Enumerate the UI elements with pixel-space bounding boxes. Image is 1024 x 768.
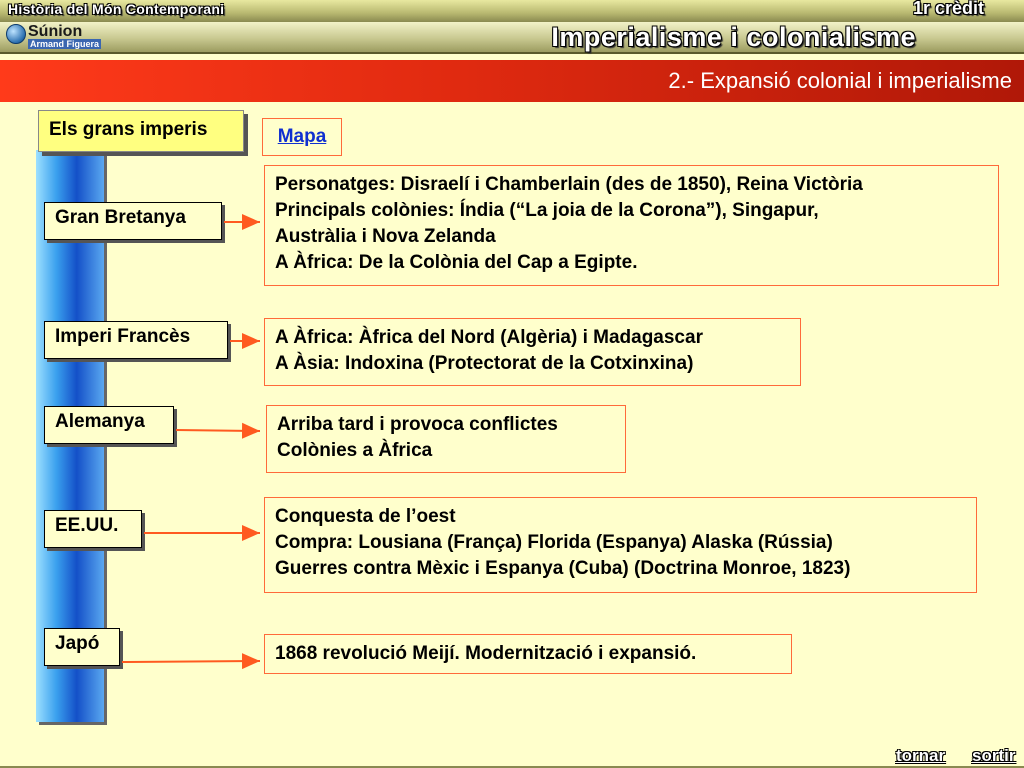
info-box-eeuu: Conquesta de l’oest Compra: Lousiana (Fr…	[264, 497, 977, 593]
info-line: 1868 revolució Meijí. Modernització i ex…	[275, 643, 697, 664]
info-line: Personatges: Disraelí i Chamberlain (des…	[275, 174, 863, 195]
info-line: Guerres contra Mèxic i Espanya (Cuba) (D…	[275, 558, 851, 579]
info-line: Colònies a Àfrica	[277, 440, 433, 461]
arrow-japo	[121, 653, 261, 670]
info-line: Compra: Lousiana (França) Florida (Espan…	[275, 532, 833, 553]
arrow-alemanya	[175, 422, 261, 439]
info-box-gran-bretanya: Personatges: Disraelí i Chamberlain (des…	[264, 165, 999, 286]
back-link[interactable]: tornar	[896, 746, 945, 766]
info-line: A Àsia: Indoxina (Protectorat de la Cotx…	[275, 353, 694, 374]
info-box-japo: 1868 revolució Meijí. Modernització i ex…	[264, 634, 792, 674]
exit-link[interactable]: sortir	[972, 746, 1015, 766]
info-line: A Àfrica: Àfrica del Nord (Algèria) i Ma…	[275, 327, 703, 348]
info-box-imperi-frances: A Àfrica: Àfrica del Nord (Algèria) i Ma…	[264, 318, 801, 386]
info-line: Arriba tard i provoca conflictes	[277, 414, 558, 435]
info-line: Conquesta de l’oest	[275, 506, 456, 527]
info-box-alemanya: Arriba tard i provoca conflictes Colònie…	[266, 405, 626, 473]
info-line: Austràlia i Nova Zelanda	[275, 226, 496, 247]
info-line: Principals colònies: Índia (“La joia de …	[275, 200, 819, 221]
info-line: A Àfrica: De la Colònia del Cap a Egipte…	[275, 252, 638, 273]
